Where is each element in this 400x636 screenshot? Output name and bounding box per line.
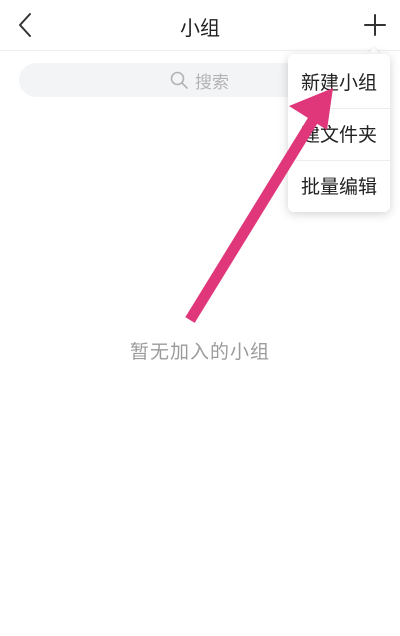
add-button[interactable]	[360, 10, 390, 40]
navigation-bar: 小组	[0, 0, 400, 51]
menu-item-new-folder[interactable]: 建文件夹	[288, 109, 390, 161]
empty-state-message: 暂无加入的小组	[129, 341, 270, 363]
menu-item-batch-edit[interactable]: 批量编辑	[288, 161, 390, 213]
search-content: 搜索	[169, 70, 229, 93]
dropdown-menu: 新建小组 建文件夹 批量编辑	[288, 54, 390, 212]
page-title: 小组	[180, 16, 220, 40]
search-icon	[170, 71, 188, 89]
plus-icon	[364, 14, 386, 36]
menu-item-new-group[interactable]: 新建小组	[288, 57, 390, 109]
search-placeholder: 搜索	[195, 72, 229, 93]
